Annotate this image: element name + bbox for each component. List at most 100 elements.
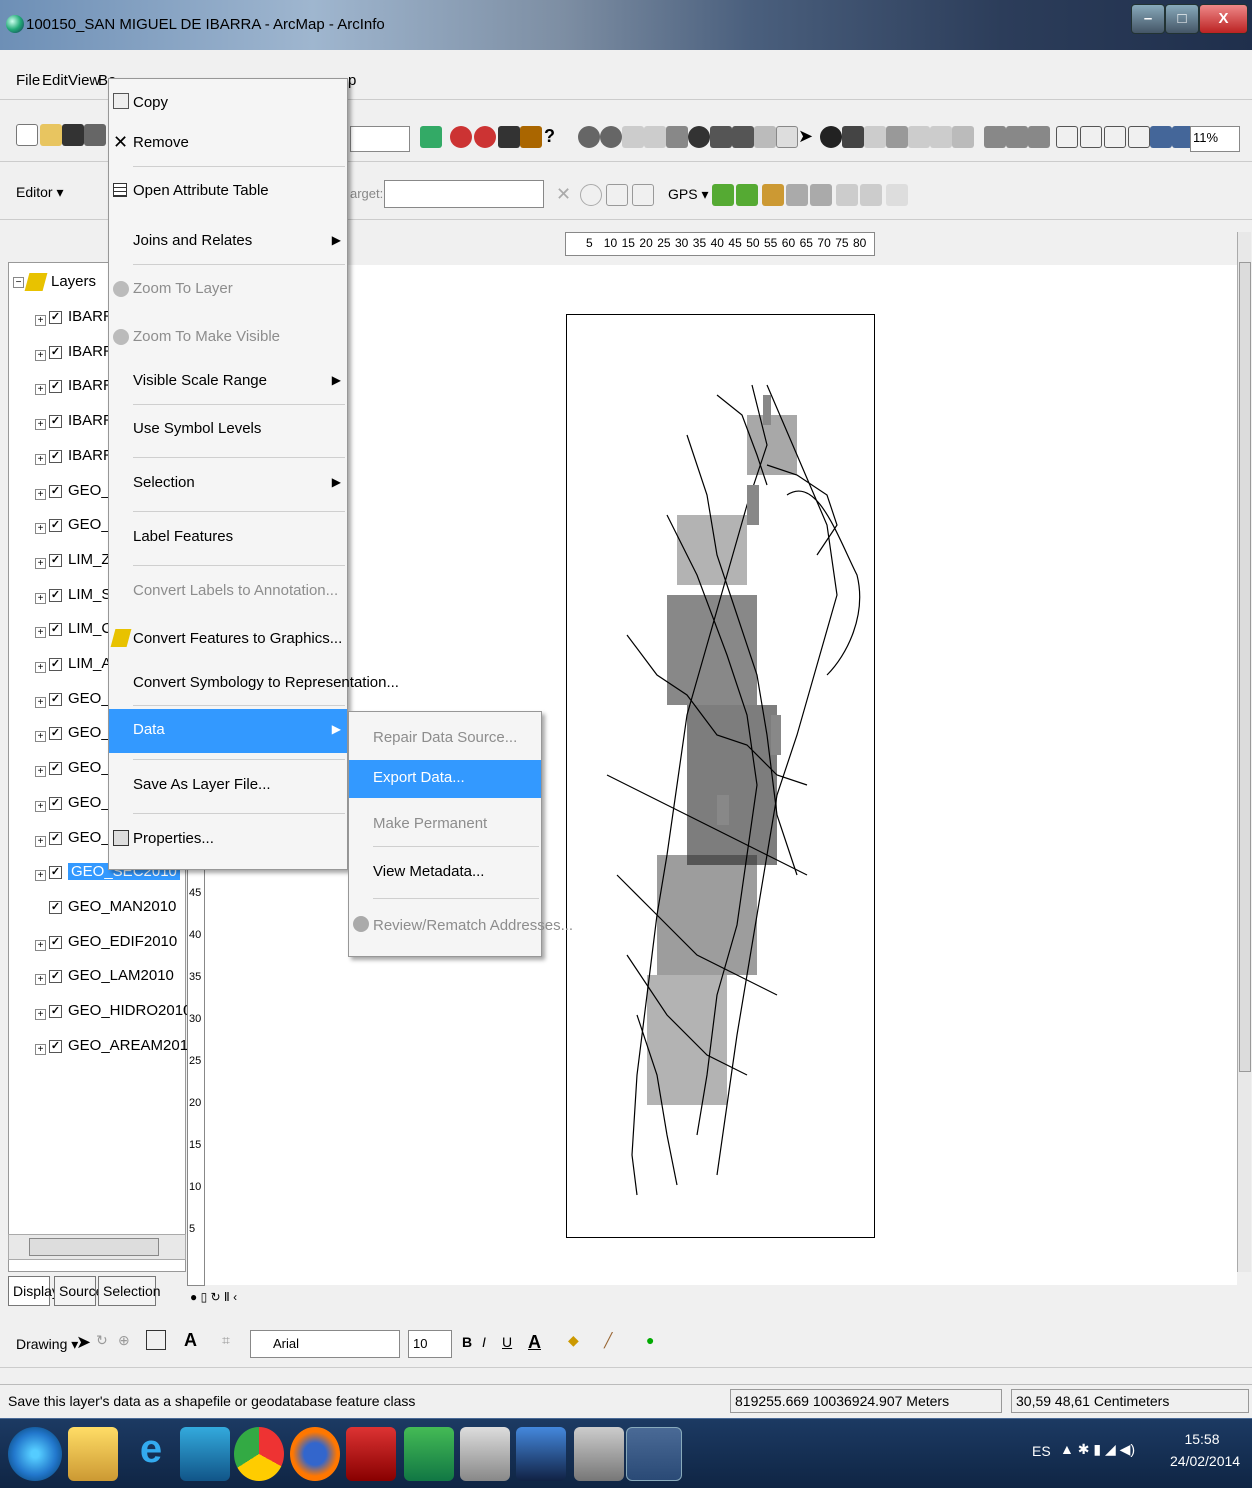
fixed-zoom-in-icon[interactable] [622, 126, 644, 148]
layer-checkbox[interactable]: ✓ [49, 345, 62, 359]
layout-zoom-out-icon[interactable] [1006, 126, 1028, 148]
internet-explorer-icon[interactable]: e [126, 1427, 176, 1481]
font-combo[interactable]: Arial [250, 1330, 400, 1358]
edit-vertices-icon[interactable]: ⌗ [222, 1332, 230, 1349]
layout-page[interactable] [566, 314, 875, 1238]
menu-file[interactable]: File [16, 72, 40, 89]
menu-item-make-permanent[interactable]: Make Permanent [349, 810, 541, 840]
gps-stream-icon[interactable] [810, 184, 832, 206]
find-icon[interactable] [842, 126, 864, 148]
maximize-button[interactable]: □ [1165, 4, 1199, 34]
expand-icon[interactable]: + [35, 731, 46, 743]
menu-item-convert-symbology[interactable]: Convert Symbology to Representation... [109, 669, 399, 699]
measure-icon[interactable] [886, 126, 908, 148]
zoom-whole-page-icon[interactable] [1056, 126, 1078, 148]
menu-item-use-symbol-levels[interactable]: Use Symbol Levels [109, 415, 347, 445]
scale-combo[interactable] [350, 126, 410, 152]
gps-log-icon[interactable] [736, 184, 758, 206]
expand-icon[interactable]: + [35, 1009, 46, 1020]
python-window-icon[interactable] [498, 126, 520, 148]
layer-name[interactable]: GEO_HIDRO2010 [68, 1002, 191, 1019]
clear-selection-icon[interactable] [776, 126, 798, 148]
menu-item-data[interactable]: Data ▶ [109, 709, 347, 753]
target-combo[interactable] [384, 180, 544, 208]
zoom-out-icon[interactable] [600, 126, 622, 148]
expand-icon[interactable]: + [35, 488, 46, 500]
go-back-icon[interactable] [710, 126, 732, 148]
layer-checkbox[interactable]: ✓ [49, 380, 62, 394]
collapse-icon[interactable]: − [13, 277, 24, 288]
layer-checkbox[interactable]: ✓ [49, 1039, 62, 1053]
gps-menu[interactable]: GPS ▾ [668, 186, 708, 203]
tab-selection[interactable]: Selection [98, 1276, 161, 1306]
layer-name[interactable]: GEO_MAN2010 [68, 898, 176, 915]
go-to-xy-icon[interactable] [864, 126, 886, 148]
arccatalog-icon[interactable] [474, 126, 496, 148]
gps-point-icon[interactable] [786, 184, 808, 206]
layer-checkbox[interactable]: ✓ [49, 762, 62, 776]
view-switch-buttons[interactable]: ● ▯ ↻ Ⅱ ‹ [190, 1290, 270, 1310]
tab-display[interactable]: Display [8, 1276, 59, 1306]
rectangle-tool-icon[interactable] [146, 1330, 166, 1350]
go-forward-icon[interactable] [732, 126, 754, 148]
pan-icon[interactable] [666, 126, 688, 148]
layer-checkbox[interactable]: ✓ [49, 935, 62, 949]
print-icon[interactable] [84, 124, 106, 146]
search-window-icon[interactable] [520, 126, 542, 148]
select-elements-icon[interactable]: ➤ [798, 126, 820, 148]
expand-icon[interactable]: + [35, 696, 46, 708]
layer-checkbox[interactable]: ✓ [49, 519, 62, 533]
media-player-icon[interactable] [180, 1427, 230, 1481]
font-size-combo[interactable]: 10 [408, 1330, 452, 1358]
layer-checkbox[interactable]: ✓ [49, 727, 62, 741]
expand-icon[interactable]: + [35, 523, 46, 535]
scroll-thumb[interactable] [1239, 262, 1251, 1072]
excel-icon[interactable] [404, 1427, 454, 1481]
layer-checkbox[interactable]: ✓ [49, 1005, 62, 1018]
expand-icon[interactable]: + [35, 384, 46, 396]
expand-icon[interactable]: + [35, 939, 46, 951]
hyperlink-icon[interactable] [908, 126, 930, 148]
marker-color-icon[interactable]: ● [646, 1332, 654, 1348]
tray-icons[interactable]: ▲ ✱ ▮ ◢ ◀) [1060, 1441, 1135, 1458]
time-slider-icon[interactable] [952, 126, 974, 148]
italic-button[interactable]: I [482, 1334, 486, 1350]
menu-item-properties[interactable]: Properties... [109, 825, 347, 855]
layer-checkbox[interactable]: ✓ [49, 970, 62, 984]
layer-checkbox[interactable]: ✓ [49, 692, 62, 706]
menu-item-zoom-to-layer[interactable]: Zoom To Layer [109, 275, 347, 305]
drawing-menu[interactable]: Drawing ▾ [16, 1336, 78, 1353]
full-extent-icon[interactable] [688, 126, 710, 148]
select-elements-icon[interactable]: ➤ [76, 1332, 91, 1353]
expand-icon[interactable]: + [35, 1043, 46, 1055]
identify-icon[interactable] [820, 126, 842, 148]
start-button[interactable] [8, 1427, 62, 1481]
expand-icon[interactable]: + [35, 419, 46, 431]
expand-icon[interactable]: + [35, 592, 46, 604]
go-back-extent-icon[interactable] [1150, 126, 1172, 148]
menu-item-review-rematch[interactable]: Review/Rematch Addresses... [349, 912, 573, 942]
open-folder-icon[interactable] [40, 124, 62, 146]
word-icon[interactable] [516, 1427, 566, 1481]
layer-checkbox[interactable]: ✓ [49, 900, 62, 914]
layout-zoom-in-icon[interactable] [984, 126, 1006, 148]
language-indicator[interactable]: ES [1032, 1443, 1051, 1459]
vertical-scrollbar[interactable] [1237, 232, 1251, 1272]
layer-checkbox[interactable]: ✓ [49, 449, 62, 463]
menu-item-copy[interactable]: Copy [109, 89, 347, 119]
zoom-selected-icon[interactable]: ⊕ [118, 1332, 130, 1349]
layer-checkbox[interactable]: ✓ [49, 831, 62, 845]
menu-item-joins-and-relates[interactable]: Joins and Relates ▶ [109, 227, 347, 257]
expand-icon[interactable]: + [35, 835, 46, 847]
menu-item-view-metadata[interactable]: View Metadata... [349, 858, 541, 888]
calculator-icon[interactable] [460, 1427, 510, 1481]
explorer-icon[interactable] [68, 1427, 118, 1481]
layer-checkbox[interactable]: ✓ [49, 866, 62, 880]
expand-icon[interactable]: + [35, 315, 46, 326]
select-features-icon[interactable] [754, 126, 776, 148]
layer-name[interactable]: GEO_AREAM2010 [68, 1037, 196, 1054]
arcmap-taskbar-icon[interactable] [626, 1427, 682, 1481]
acrobat-icon[interactable] [346, 1427, 396, 1481]
fixed-zoom-out-icon[interactable] [644, 126, 666, 148]
save-icon[interactable] [62, 124, 84, 146]
